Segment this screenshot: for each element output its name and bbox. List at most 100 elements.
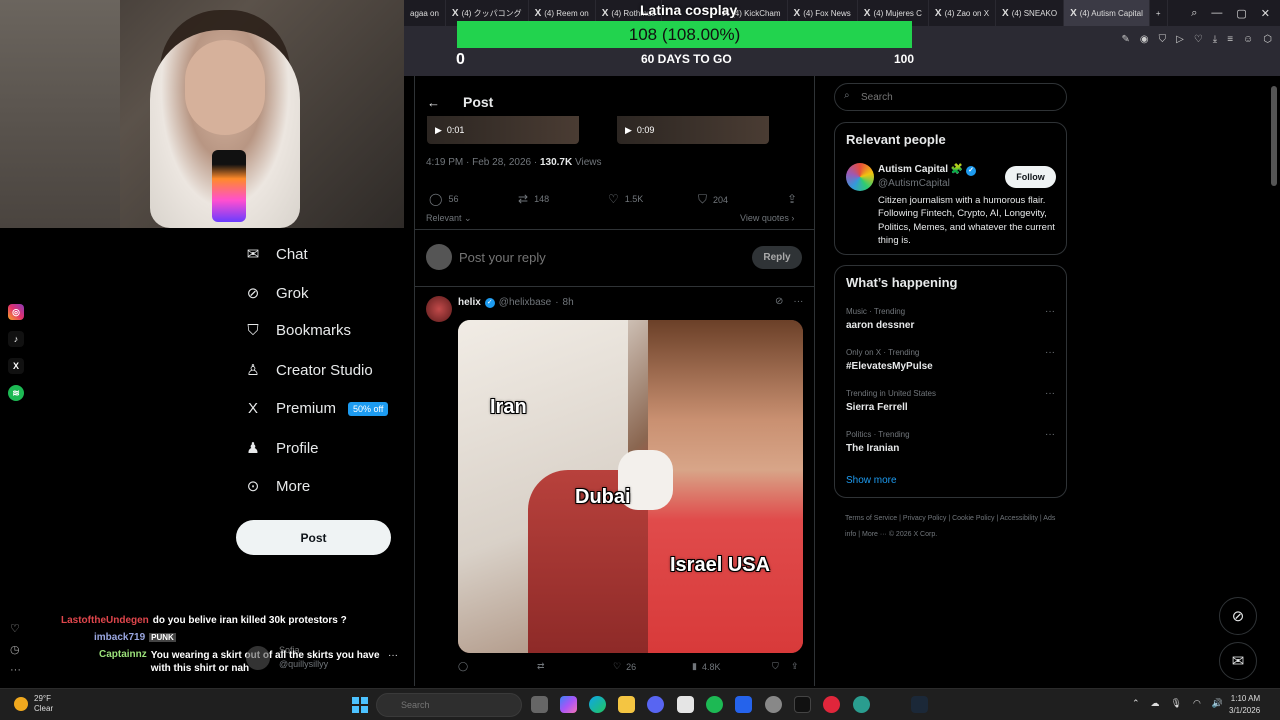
repost-icon[interactable]: ⇄ <box>537 661 545 672</box>
chat-message: LastoftheUndegen do you belive iran kille… <box>61 615 347 626</box>
back-arrow-icon[interactable]: ← <box>427 95 440 110</box>
user-icon[interactable]: ☺ <box>1243 34 1253 45</box>
heart-icon: ♡ <box>608 192 619 206</box>
nav-grok[interactable]: ⊘ Grok <box>244 284 309 303</box>
bookmark-count[interactable]: ⛉ 204 <box>698 192 728 207</box>
menu-icon[interactable]: ≡ <box>1227 34 1233 45</box>
windows-start-icon[interactable] <box>352 697 368 713</box>
follow-button[interactable]: Follow <box>1005 166 1056 188</box>
repost-count[interactable]: ⇄ 148 <box>518 192 549 206</box>
account-avatar[interactable] <box>246 646 270 670</box>
messages-button[interactable]: ✉ <box>1219 642 1257 680</box>
post-button[interactable]: Post <box>236 520 391 555</box>
trend-item[interactable]: Politics · Trending The Iranian <box>846 430 910 454</box>
person-handle[interactable]: @AutismCapital <box>878 178 950 189</box>
grok-icon[interactable]: ⊘ <box>775 296 783 307</box>
footer-links[interactable]: Terms of Service | Privacy Policy | Cook… <box>845 511 1065 543</box>
store-icon[interactable] <box>677 696 694 713</box>
reply-button[interactable]: Reply <box>752 246 802 269</box>
globe-icon[interactable] <box>853 696 870 713</box>
spotify-icon[interactable] <box>706 696 723 713</box>
mail-icon[interactable] <box>735 696 752 713</box>
like-count[interactable]: ♡ 26 <box>613 661 636 672</box>
share-icon[interactable]: ⇪ <box>787 192 797 206</box>
whats-happening-panel: What’s happening Music · Trending aaron d… <box>834 265 1067 498</box>
reply-input[interactable] <box>459 250 635 265</box>
author-name[interactable]: helix <box>458 297 481 308</box>
microphone-icon[interactable]: 🎙 <box>1171 698 1182 709</box>
play-icon[interactable]: ▷ <box>1176 34 1184 45</box>
browser-tab[interactable]: agaa on <box>404 0 446 26</box>
extension-icon[interactable]: ⬡ <box>1263 34 1272 45</box>
heart-icon[interactable]: ♡ <box>10 622 21 635</box>
more-icon[interactable]: ··· <box>10 664 21 676</box>
trend-more-icon[interactable]: ··· <box>1045 347 1055 358</box>
nav-profile[interactable]: ♟ Profile <box>244 439 318 458</box>
download-icon[interactable]: ⤓ <box>1213 34 1217 45</box>
nav-creator-studio[interactable]: ♙ Creator Studio <box>244 361 372 380</box>
close-icon[interactable]: ✕ <box>1261 7 1270 20</box>
view-quotes-link[interactable]: View quotes › <box>740 213 794 223</box>
nav-chat[interactable]: ✉ Chat <box>244 245 308 264</box>
browser-tab-active[interactable]: X (4) Autism Capital <box>1064 0 1150 26</box>
trend-more-icon[interactable]: ··· <box>1045 306 1055 317</box>
history-icon[interactable]: ◷ <box>10 643 21 656</box>
account-more-icon[interactable]: ··· <box>388 650 398 661</box>
sort-replies-dropdown[interactable]: Relevant ⌄ <box>426 213 472 224</box>
taskbar-search-input[interactable] <box>376 693 522 717</box>
nav-bookmarks[interactable]: ⛉ Bookmarks <box>244 322 351 339</box>
shield-icon[interactable]: ⛉ <box>1159 34 1167 45</box>
new-tab-button[interactable]: + <box>1150 0 1168 26</box>
camera-icon[interactable]: ◉ <box>1140 34 1149 45</box>
heart-icon[interactable]: ♡ <box>1194 34 1203 45</box>
clock[interactable]: 1:10 AM 3/1/2026 <box>1229 693 1260 717</box>
author-handle[interactable]: @helixbase <box>499 297 551 308</box>
weather-widget[interactable]: 29°F Clear <box>14 694 53 714</box>
trend-item[interactable]: Only on X · Trending #ElevatesMyPulse <box>846 348 933 372</box>
video-thumbnail[interactable]: ▶ 0:01 <box>427 116 579 144</box>
person-name[interactable]: Autism Capital 🧩 ✓ <box>878 164 977 176</box>
discord-icon[interactable] <box>647 696 664 713</box>
like-count[interactable]: ♡ 1.5K <box>608 192 643 206</box>
reply-icon[interactable]: ◯ <box>458 661 468 672</box>
reply-composer: Reply <box>415 229 814 287</box>
scrollbar[interactable] <box>1271 86 1277 186</box>
avatar[interactable] <box>846 163 874 191</box>
video-thumbnail[interactable]: ▶ 0:09 <box>617 116 769 144</box>
tiktok-icon[interactable] <box>794 696 811 713</box>
more-icon[interactable]: ··· <box>793 296 803 307</box>
view-count[interactable]: ▮ 4.8K <box>692 661 720 672</box>
trend-more-icon[interactable]: ··· <box>1045 388 1055 399</box>
task-view-icon[interactable] <box>531 696 548 713</box>
maximize-icon[interactable]: ▢ <box>1236 7 1246 20</box>
settings-icon[interactable] <box>765 696 782 713</box>
nav-premium[interactable]: X Premium 50% off <box>244 400 389 417</box>
edge-icon[interactable] <box>589 696 606 713</box>
minimize-icon[interactable]: — <box>1211 7 1222 19</box>
tweet-header: helix ✓ @helixbase · 8h <box>458 297 574 308</box>
share-icon[interactable]: ⇪ <box>791 661 799 672</box>
grok-button[interactable]: ⊘ <box>1219 597 1257 635</box>
trend-item[interactable]: Trending in United States Sierra Ferrell <box>846 389 936 413</box>
tweet-image[interactable]: Iran Dubai Israel USA <box>458 320 803 653</box>
search-input[interactable] <box>834 83 1067 111</box>
browser-tab[interactable]: X (4) SNEAKO <box>996 0 1065 26</box>
avatar[interactable] <box>426 296 452 322</box>
wifi-icon[interactable]: ◠ <box>1193 698 1201 709</box>
trend-more-icon[interactable]: ··· <box>1045 429 1055 440</box>
chevron-up-icon[interactable]: ⌃ <box>1132 698 1140 709</box>
volume-icon[interactable]: 🔊 <box>1212 698 1223 709</box>
search-icon[interactable]: ⌕ <box>1191 7 1197 20</box>
show-more-link[interactable]: Show more <box>846 475 897 486</box>
cloud-icon[interactable]: ☁ <box>1151 698 1160 709</box>
trend-item[interactable]: Music · Trending aaron dessner <box>846 307 914 331</box>
bookmark-icon[interactable]: ⛉ <box>772 661 779 672</box>
nav-more[interactable]: ⊙ More <box>244 477 310 496</box>
copilot-icon[interactable] <box>560 696 577 713</box>
opera-icon[interactable] <box>823 696 840 713</box>
steam-icon[interactable] <box>911 696 928 713</box>
browser-tab[interactable]: X (4) Zao on X <box>929 0 997 26</box>
edit-icon[interactable]: ✎ <box>1121 34 1129 45</box>
file-explorer-icon[interactable] <box>618 696 635 713</box>
reply-count[interactable]: ◯ 56 <box>429 192 458 206</box>
